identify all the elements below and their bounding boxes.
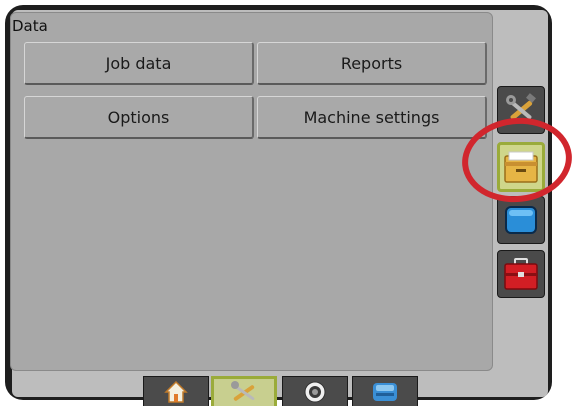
tools-icon — [506, 93, 536, 120]
bottom-tab-camera[interactable] — [282, 376, 348, 406]
job-data-button[interactable]: Job data — [24, 42, 254, 85]
toolbox-icon — [504, 258, 538, 290]
display-icon — [505, 206, 537, 234]
side-tab-display[interactable] — [497, 196, 545, 244]
bottom-tab-home[interactable] — [143, 376, 209, 406]
side-tab-tools[interactable] — [497, 86, 545, 134]
home-icon — [164, 380, 188, 403]
file-box-icon — [504, 151, 538, 183]
side-tab-data[interactable] — [497, 142, 545, 192]
tools-icon — [231, 380, 255, 401]
camera-icon — [304, 381, 326, 402]
bottom-tab-tools[interactable] — [211, 376, 277, 406]
machine-settings-button[interactable]: Machine settings — [257, 96, 487, 139]
options-button[interactable]: Options — [24, 96, 254, 139]
panel-title: Data — [12, 17, 48, 35]
side-tab-toolbox[interactable] — [497, 250, 545, 298]
reports-button[interactable]: Reports — [257, 42, 487, 85]
console-icon — [373, 382, 397, 401]
bottom-tab-console[interactable] — [352, 376, 418, 406]
